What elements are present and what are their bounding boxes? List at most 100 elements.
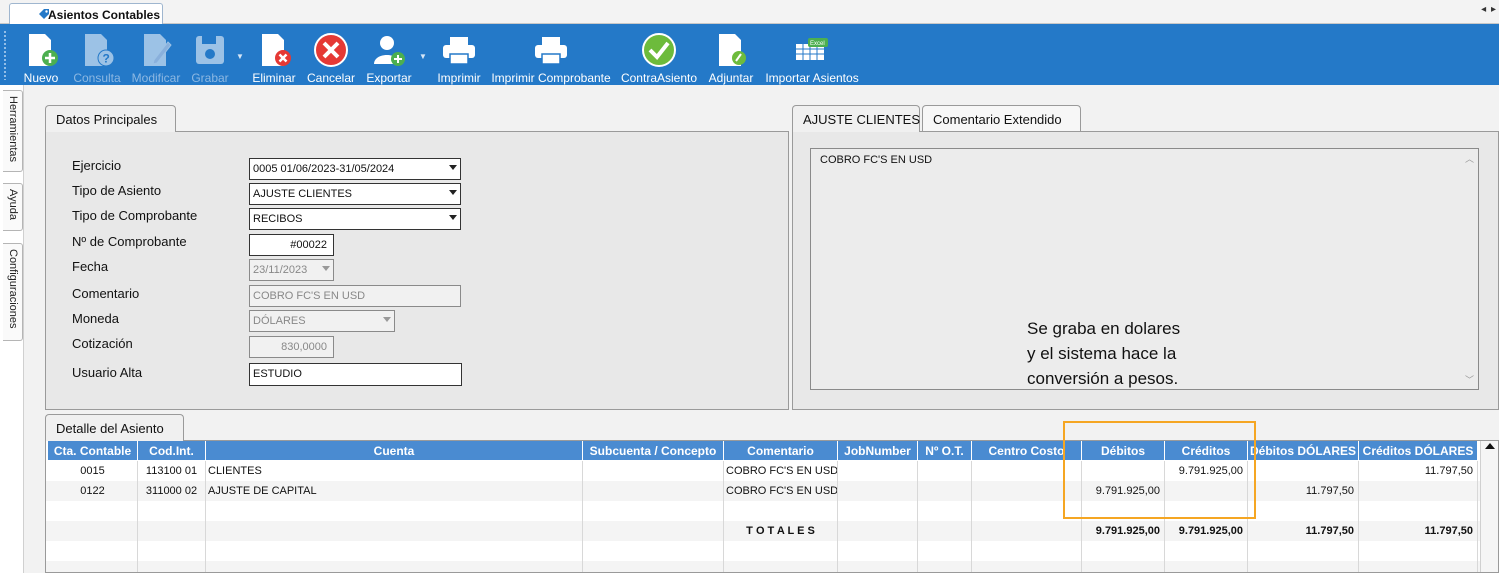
column-header[interactable]: Débitos DÓLARES [1248,441,1359,460]
edit-document-icon [144,34,172,66]
table-cell [1359,561,1478,572]
ejercicio-select[interactable]: 0005 01/06/2023-31/05/2024 [249,158,461,180]
table-cell [1165,501,1248,521]
fecha-field[interactable]: 23/11/2023 [249,259,334,281]
scroll-up-icon[interactable]: ︿ [1465,152,1474,165]
grid-scrollbar[interactable] [1480,441,1498,572]
table-cell [583,521,724,541]
table-cell: COBRO FC'S EN USD [724,481,838,501]
table-cell: 311000 02 [138,481,206,501]
table-cell: 9.791.925,00 [1082,521,1165,541]
table-cell [48,521,138,541]
excel-import-icon: Excel [796,38,828,60]
new-document-icon [29,34,58,66]
comentario-field[interactable]: COBRO FC'S EN USD [249,285,461,307]
export-dropdown-arrow[interactable]: ▼ [419,52,427,61]
moneda-select[interactable]: DÓLARES [249,310,395,332]
table-cell [583,501,724,521]
tab-nav-arrows[interactable]: ◂ ▸ [1481,4,1497,15]
side-tab-help[interactable]: Ayuda [3,183,23,231]
side-tab-tools[interactable]: Herramientas [3,90,23,172]
table-row[interactable] [46,541,1482,561]
cancel-button[interactable]: Cancelar [306,24,356,85]
export-button[interactable]: Exportar [364,24,414,85]
toolbar: Nuevo ? Consulta Modificar Grabar ▼ Elim… [0,24,1499,85]
column-header[interactable]: Centro Costo [972,441,1082,460]
counter-entry-button[interactable]: ContraAsiento [620,24,698,85]
column-header[interactable]: Nº O.T. [918,441,972,460]
table-cell [1165,561,1248,572]
table-cell [918,461,972,481]
scroll-up-icon[interactable] [1485,443,1495,449]
document-tab[interactable]: Asientos Contables [9,3,163,24]
svg-text:Excel: Excel [810,41,825,47]
print-voucher-button[interactable]: Imprimir Comprobante [491,24,611,85]
attach-document-icon [719,34,746,66]
table-cell [838,461,918,481]
table-cell [583,541,724,561]
tipo-comprobante-select[interactable]: RECIBOS [249,208,461,230]
table-cell [918,501,972,521]
table-cell [918,521,972,541]
save-disk-icon [196,36,224,64]
import-entries-button[interactable]: Excel Importar Asientos [764,24,860,85]
chevron-down-icon [449,165,457,170]
comment-scrollbar[interactable]: ︿ ﹀ [1462,149,1478,389]
table-cell [972,521,1082,541]
column-header[interactable]: Créditos DÓLARES [1359,441,1478,460]
delete-document-icon [262,34,291,66]
tab-datos-principales[interactable]: Datos Principales [45,105,176,132]
new-button[interactable]: Nuevo [21,24,61,85]
table-cell: 9.791.925,00 [1165,521,1248,541]
table-cell [583,561,724,572]
side-tab-settings[interactable]: Configuraciones [3,243,23,341]
printer-icon [535,37,567,65]
table-cell: CLIENTES [206,461,583,481]
modify-button[interactable]: Modificar [130,24,182,85]
tab-detalle-asiento[interactable]: Detalle del Asiento [45,414,184,441]
save-button[interactable]: Grabar [190,24,230,85]
column-header[interactable]: Subcuenta / Concepto [583,441,724,460]
table-cell [206,561,583,572]
chevron-down-icon [449,190,457,195]
table-cell [1359,501,1478,521]
column-header[interactable]: Comentario [724,441,838,460]
table-cell [138,541,206,561]
column-header[interactable]: Débitos [1082,441,1165,460]
toolbar-grip[interactable] [3,30,7,80]
nro-comprobante-field[interactable]: #00022 [249,234,334,256]
annotation-line: Se graba en dolares [1027,319,1181,338]
tab-ajuste-clientes[interactable]: AJUSTE CLIENTES [792,105,920,132]
table-cell [583,481,724,501]
table-cell [918,481,972,501]
print-button[interactable]: Imprimir [436,24,482,85]
column-header[interactable]: Créditos [1165,441,1248,460]
label-moneda: Moneda [72,311,119,326]
table-cell: 0122 [48,481,138,501]
column-header[interactable]: Cod.Int. [138,441,206,460]
cotizacion-field[interactable]: 830,0000 [249,336,334,358]
table-row[interactable]: 0122 311000 02 AJUSTE DE CAPITAL COBRO FC'S… [46,481,1482,501]
chevron-down-icon [383,317,391,322]
table-cell [583,461,724,481]
attach-button[interactable]: Adjuntar [706,24,756,85]
column-header[interactable]: Cta. Contable [48,441,138,460]
scroll-down-icon[interactable]: ﹀ [1465,373,1474,386]
delete-button[interactable]: Eliminar [252,24,296,85]
table-cell [1359,481,1478,501]
query-button[interactable]: ? Consulta [73,24,121,85]
table-cell [972,461,1082,481]
table-cell [138,561,206,572]
column-header[interactable]: JobNumber [838,441,918,460]
column-header[interactable]: Cuenta [206,441,583,460]
table-cell [1248,541,1359,561]
tab-comentario-extendido[interactable]: Comentario Extendido [922,105,1081,132]
save-dropdown-arrow[interactable]: ▼ [236,52,244,61]
tipo-asiento-select[interactable]: AJUSTE CLIENTES [249,183,461,205]
table-row[interactable] [46,501,1482,521]
table-row[interactable] [46,561,1482,572]
table-cell: 11.797,50 [1248,521,1359,541]
table-row[interactable]: 0015 113100 01 CLIENTES COBRO FC'S EN USD 9.… [46,461,1482,481]
table-row[interactable]: T O T A L E S 9.791.925,00 9.791.925,00 11.… [46,521,1482,541]
table-cell: 11.797,50 [1359,461,1478,481]
